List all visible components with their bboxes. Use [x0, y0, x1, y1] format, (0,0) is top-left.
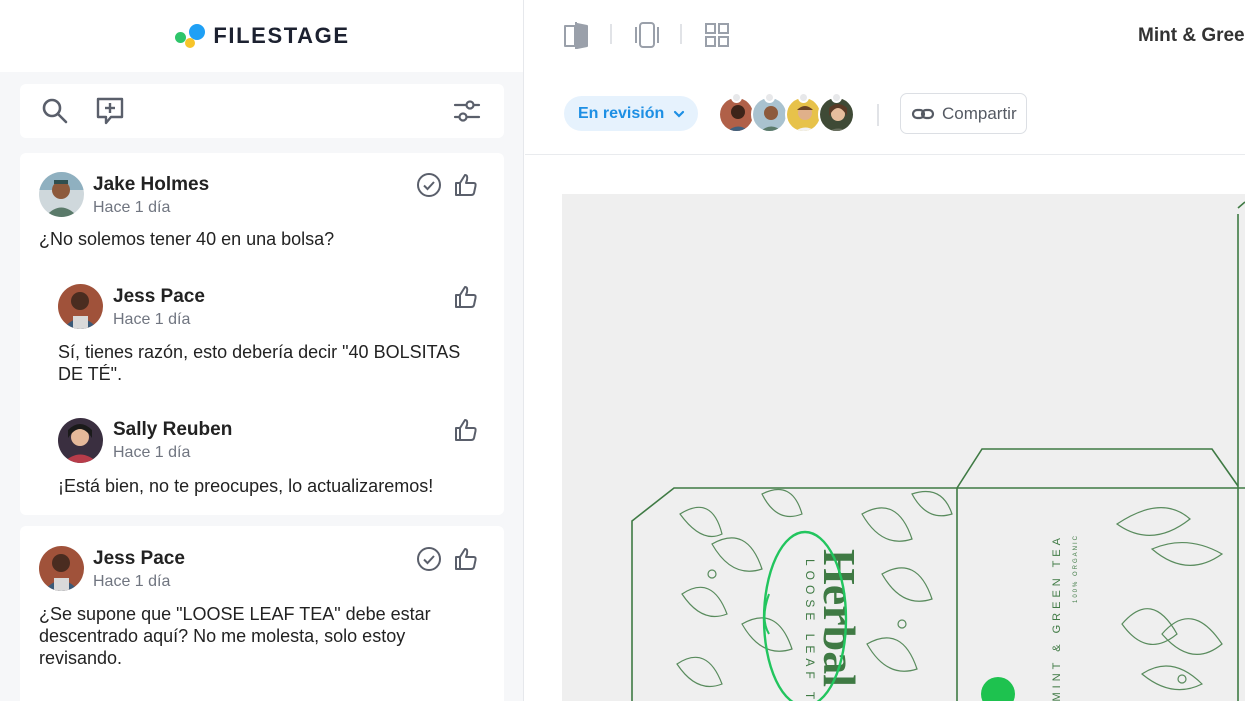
comment-time: Hace 1 día: [93, 573, 171, 590]
dieline: [631, 201, 1245, 701]
logo[interactable]: FILESTAGE: [0, 0, 523, 72]
like-icon[interactable]: [453, 172, 479, 198]
compare-view-icon[interactable]: [562, 20, 590, 50]
comments-toolbar: [20, 84, 504, 138]
add-comment-icon[interactable]: [95, 96, 125, 126]
link-icon: [911, 108, 935, 119]
reply-author: Jess Pace: [113, 286, 205, 307]
document-title: Mint & Green: [1138, 25, 1245, 46]
comment-text: ¿Se supone que "LOOSE LEAF TEA" debe est…: [39, 604, 431, 668]
logo-mark: [173, 23, 207, 49]
avatar: [39, 546, 84, 591]
avatar: [58, 284, 103, 329]
comments-panel: FILESTAGE Jake Holmes Hace 1 día ¿No sol…: [0, 0, 524, 701]
reply-time: Hace 1 día: [113, 444, 191, 461]
reviewers-list[interactable]: [718, 92, 868, 136]
side-small-text: 100% ORGANIC: [1073, 534, 1079, 603]
file-viewer[interactable]: Herbal LOOSE LEAF TEA MINT & GREEN TEA 1…: [525, 156, 1245, 701]
like-icon[interactable]: [453, 546, 479, 572]
subtitle-text: LOOSE LEAF TEA: [803, 559, 817, 701]
reply-text: ¡Está bien, no te preocupes, lo actualiz…: [58, 476, 434, 496]
comment-pin[interactable]: [981, 677, 1015, 701]
resolve-icon[interactable]: [416, 546, 442, 572]
status-label: En revisión: [578, 104, 665, 122]
filter-icon[interactable]: [452, 96, 482, 126]
reply-time: Hace 1 día: [113, 311, 191, 328]
search-icon[interactable]: [40, 96, 70, 126]
reply-text: Sí, tienes razón, esto debería decir "40…: [58, 342, 461, 384]
viewer-topbar: Mint & Green: [525, 0, 1245, 72]
resolve-icon[interactable]: [416, 172, 442, 198]
comment-thread: Jake Holmes Hace 1 día ¿No solemos tener…: [20, 153, 504, 515]
share-label: Compartir: [942, 103, 1017, 123]
single-view-icon[interactable]: [633, 20, 661, 50]
comment-thread: Jess Pace Hace 1 día ¿Se supone que "LOO…: [20, 526, 504, 701]
leaf-illustration: [676, 489, 1224, 691]
like-icon[interactable]: [453, 284, 479, 310]
reply-author: Sally Reuben: [113, 419, 233, 440]
avatar: [58, 418, 103, 463]
logo-text: FILESTAGE: [213, 23, 350, 48]
side-text: MINT & GREEN TEA: [1051, 534, 1063, 701]
status-dropdown[interactable]: En revisión: [564, 96, 698, 131]
packaging-artwork[interactable]: Herbal LOOSE LEAF TEA MINT & GREEN TEA 1…: [562, 194, 1245, 701]
chevron-down-icon: [674, 110, 685, 118]
comment-author: Jess Pace: [93, 548, 185, 569]
grid-view-icon[interactable]: [703, 20, 731, 50]
comment-author: Jake Holmes: [93, 174, 210, 195]
artboard[interactable]: Herbal LOOSE LEAF TEA MINT & GREEN TEA 1…: [562, 194, 1245, 701]
like-icon[interactable]: [453, 417, 479, 443]
comment-time: Hace 1 día: [93, 199, 171, 216]
share-button[interactable]: Compartir: [900, 93, 1027, 134]
avatar: [39, 172, 84, 217]
review-bar: En revisión Compartir: [525, 72, 1245, 155]
comment-text: ¿No solemos tener 40 en una bolsa?: [39, 229, 335, 249]
